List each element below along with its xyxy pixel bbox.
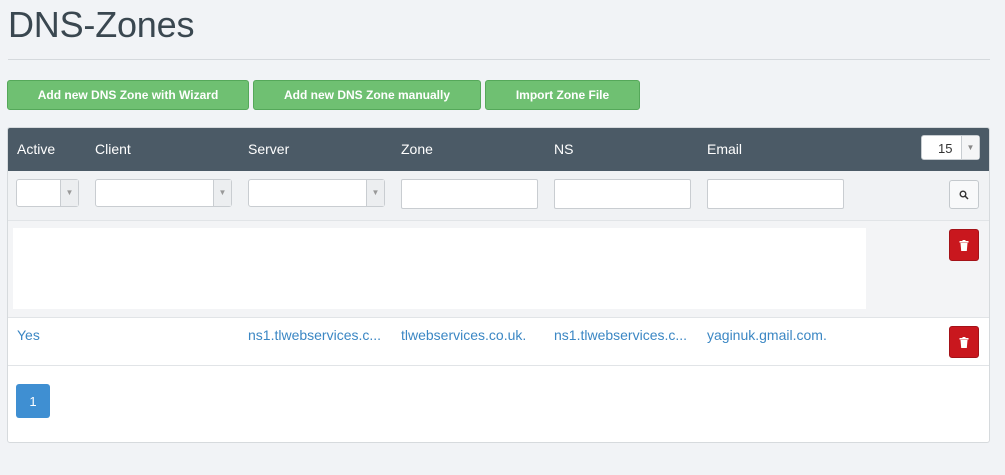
trash-icon bbox=[959, 336, 969, 348]
empty-row-cell bbox=[13, 228, 866, 309]
chevron-down-icon: ▼ bbox=[961, 136, 979, 159]
chevron-down-icon: ▼ bbox=[213, 180, 231, 206]
dns-zones-table: Active Client Server Zone NS Email 15 ▼ … bbox=[7, 127, 990, 443]
cell-server[interactable]: ns1.tlwebservices.c... bbox=[248, 327, 388, 343]
pagination-page-1[interactable]: 1 bbox=[16, 384, 50, 418]
chevron-down-icon: ▼ bbox=[60, 180, 78, 206]
chevron-down-icon: ▼ bbox=[366, 180, 384, 206]
column-header-active: Active bbox=[17, 141, 56, 157]
filter-row: ▼ ▼ ▼ bbox=[8, 171, 989, 221]
trash-icon bbox=[959, 239, 969, 251]
column-header-zone: Zone bbox=[401, 141, 433, 157]
search-icon bbox=[959, 190, 969, 200]
table-header: Active Client Server Zone NS Email 15 ▼ bbox=[8, 128, 989, 171]
column-header-email: Email bbox=[707, 141, 743, 157]
cell-active[interactable]: Yes bbox=[17, 327, 87, 343]
import-zone-file-button[interactable]: Import Zone File bbox=[485, 80, 640, 110]
cell-ns[interactable]: ns1.tlwebservices.c... bbox=[554, 327, 694, 343]
filter-zone-input[interactable] bbox=[401, 179, 538, 209]
filter-email-input[interactable] bbox=[707, 179, 844, 209]
delete-button[interactable] bbox=[949, 326, 979, 358]
filter-ns-input[interactable] bbox=[554, 179, 691, 209]
add-dns-zone-manually-button[interactable]: Add new DNS Zone manually bbox=[253, 80, 481, 110]
delete-button[interactable] bbox=[949, 229, 979, 261]
filter-server-select[interactable]: ▼ bbox=[248, 179, 385, 207]
column-header-ns: NS bbox=[554, 141, 574, 157]
filter-client-select[interactable]: ▼ bbox=[95, 179, 232, 207]
title-divider bbox=[8, 59, 990, 60]
cell-email[interactable]: yaginuk.gmail.com. bbox=[707, 327, 907, 343]
table-row: Yes ns1.tlwebservices.c... tlwebservices… bbox=[8, 318, 989, 366]
table-row bbox=[8, 221, 989, 318]
records-per-page-value: 15 bbox=[938, 141, 953, 156]
page-title: DNS-Zones bbox=[8, 4, 195, 45]
search-button[interactable] bbox=[949, 180, 979, 209]
records-per-page-select[interactable]: 15 ▼ bbox=[921, 135, 980, 160]
filter-active-select[interactable]: ▼ bbox=[16, 179, 79, 207]
add-dns-zone-wizard-button[interactable]: Add new DNS Zone with Wizard bbox=[7, 80, 249, 110]
column-header-client: Client bbox=[95, 141, 131, 157]
cell-zone[interactable]: tlwebservices.co.uk. bbox=[401, 327, 546, 343]
column-header-server: Server bbox=[248, 141, 290, 157]
